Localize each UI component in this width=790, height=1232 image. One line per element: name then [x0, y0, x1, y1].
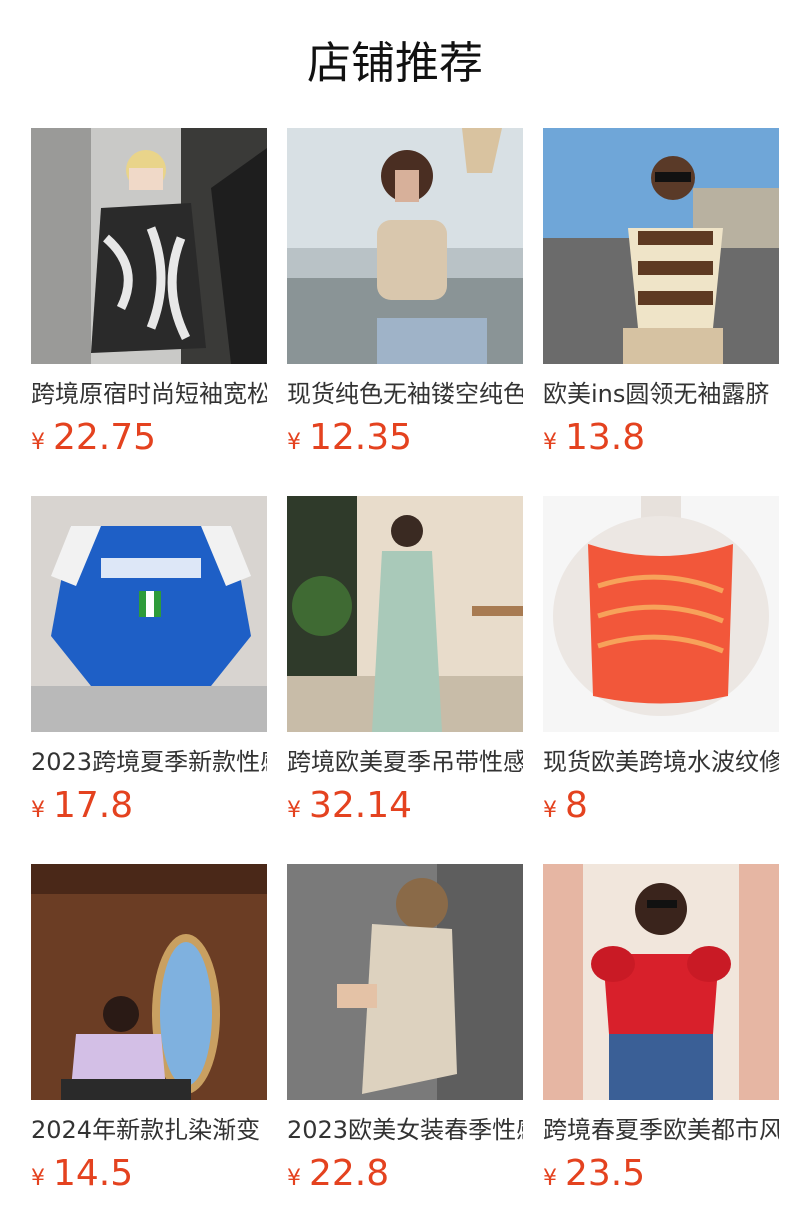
product-name[interactable]: 欧美ins圆领无袖露脐	[543, 376, 779, 412]
price-value: 14.5	[53, 1153, 134, 1194]
product-name[interactable]: 跨境春夏季欧美都市风	[543, 1112, 779, 1148]
currency-symbol: ¥	[31, 1166, 45, 1191]
product-card[interactable]: 现货欧美跨境水波纹修 ¥8	[543, 496, 779, 836]
currency-symbol: ¥	[287, 1166, 301, 1191]
price-value: 12.35	[309, 417, 413, 458]
product-name[interactable]: 跨境原宿时尚短袖宽松	[31, 376, 267, 412]
product-image[interactable]	[543, 496, 779, 732]
price-value: 8	[565, 785, 588, 826]
price-value: 22.8	[309, 1153, 390, 1194]
product-image[interactable]	[31, 496, 267, 732]
product-price: ¥8	[543, 782, 779, 836]
product-card[interactable]: 跨境春夏季欧美都市风 ¥23.5	[543, 864, 779, 1204]
currency-symbol: ¥	[287, 798, 301, 823]
price-value: 32.14	[309, 785, 413, 826]
currency-symbol: ¥	[543, 430, 557, 455]
product-name[interactable]: 现货纯色无袖镂空纯色	[287, 376, 523, 412]
product-image[interactable]	[31, 864, 267, 1100]
product-image[interactable]	[543, 864, 779, 1100]
product-price: ¥17.8	[31, 782, 267, 836]
product-card[interactable]: 跨境原宿时尚短袖宽松 ¥22.75	[31, 128, 267, 468]
product-card[interactable]: 2024年新款扎染渐变 ¥14.5	[31, 864, 267, 1204]
price-value: 13.8	[565, 417, 646, 458]
product-price: ¥22.75	[31, 414, 267, 468]
product-price: ¥13.8	[543, 414, 779, 468]
product-name[interactable]: 2023跨境夏季新款性感	[31, 744, 267, 780]
currency-symbol: ¥	[287, 430, 301, 455]
product-card[interactable]: 2023欧美女装春季性感 ¥22.8	[287, 864, 523, 1204]
product-name[interactable]: 跨境欧美夏季吊带性感	[287, 744, 523, 780]
product-price: ¥22.8	[287, 1150, 523, 1204]
page-title: 店铺推荐	[307, 38, 483, 89]
currency-symbol: ¥	[31, 430, 45, 455]
currency-symbol: ¥	[543, 798, 557, 823]
currency-symbol: ¥	[31, 798, 45, 823]
product-price: ¥23.5	[543, 1150, 779, 1204]
product-image[interactable]	[287, 128, 523, 364]
product-name[interactable]: 2023欧美女装春季性感	[287, 1112, 523, 1148]
product-image[interactable]	[543, 128, 779, 364]
currency-symbol: ¥	[543, 1166, 557, 1191]
product-card[interactable]: 2023跨境夏季新款性感 ¥17.8	[31, 496, 267, 836]
product-name[interactable]: 现货欧美跨境水波纹修	[543, 744, 779, 780]
product-image[interactable]	[287, 864, 523, 1100]
product-card[interactable]: 欧美ins圆领无袖露脐 ¥13.8	[543, 128, 779, 468]
product-price: ¥14.5	[31, 1150, 267, 1204]
product-image[interactable]	[31, 128, 267, 364]
price-value: 17.8	[53, 785, 134, 826]
product-price: ¥12.35	[287, 414, 523, 468]
product-card[interactable]: 现货纯色无袖镂空纯色 ¥12.35	[287, 128, 523, 468]
price-value: 22.75	[53, 417, 157, 458]
product-price: ¥32.14	[287, 782, 523, 836]
price-value: 23.5	[565, 1153, 646, 1194]
product-card[interactable]: 跨境欧美夏季吊带性感 ¥32.14	[287, 496, 523, 836]
product-name[interactable]: 2024年新款扎染渐变	[31, 1112, 267, 1148]
product-image[interactable]	[287, 496, 523, 732]
